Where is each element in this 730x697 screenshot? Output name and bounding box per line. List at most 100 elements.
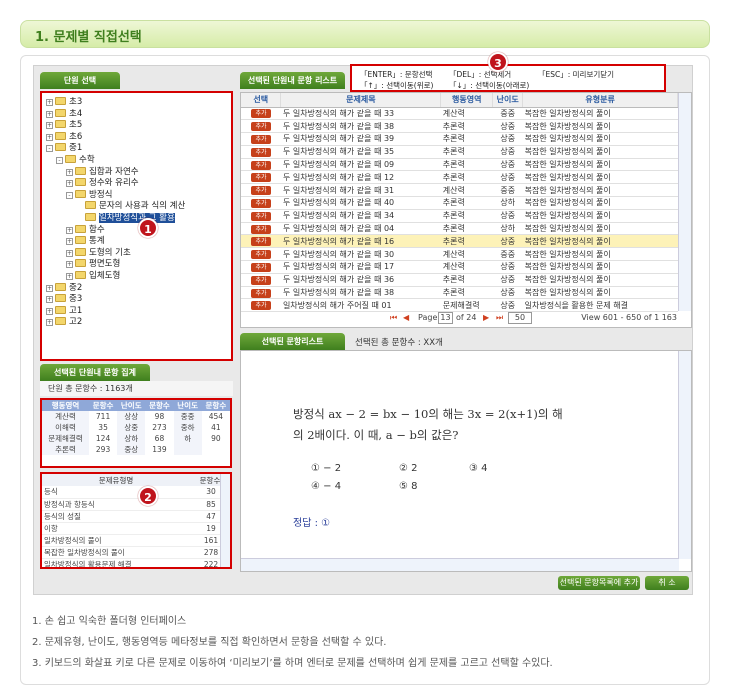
grid-cell: 두 일차방정식의 해가 같을 때 12 [280, 170, 441, 185]
tree-node[interactable]: + 초4 [46, 108, 82, 120]
add-to-list-button[interactable]: 선택된 문항목록에 추가 [558, 576, 640, 590]
question-row[interactable]: 추가 두 일차방정식의 해가 같을 때 38 추론력 상중 복잡한 일차방정식의 풀이 [241, 119, 678, 134]
question-row[interactable]: 추가 두 일차방정식의 해가 같을 때 16 추론력 상중 복잡한 일차방정식의 풀이 [241, 234, 678, 249]
question-row[interactable]: 추가 두 일차방정식의 해가 같을 때 09 추론력 상중 복잡한 일차방정식의 풀이 [241, 158, 678, 172]
expand-toggle-icon[interactable]: + [66, 226, 73, 234]
expand-toggle-icon[interactable]: - [66, 191, 73, 199]
expand-toggle-icon[interactable]: + [46, 319, 53, 327]
page-input[interactable]: 13 [438, 312, 453, 324]
tree-node[interactable]: - 수학 [56, 154, 95, 166]
type-row[interactable]: 방정식과 항등식 85 [42, 498, 230, 511]
tree-node[interactable]: + 중2 [46, 282, 82, 294]
tab-unit-select[interactable]: 단원 선택 [40, 72, 120, 89]
type-row[interactable]: 일차방정식의 활용문제 해결 222 [42, 558, 230, 567]
folder-icon [75, 236, 86, 245]
next-page-icon[interactable]: ▶ [483, 313, 489, 322]
tree-node[interactable]: + 집합과 자연수 [66, 166, 139, 178]
add-button[interactable]: 추가 [250, 122, 271, 132]
tree-node[interactable]: + 도형의 기초 [66, 247, 131, 259]
expand-toggle-icon[interactable]: - [56, 157, 63, 164]
preview-vscroll[interactable] [678, 351, 691, 559]
expand-toggle-icon[interactable]: - [46, 145, 53, 153]
add-button[interactable]: 추가 [250, 173, 271, 183]
grid-scrollbar[interactable] [678, 93, 691, 311]
expand-toggle-icon[interactable]: + [66, 273, 73, 280]
expand-toggle-icon[interactable]: + [46, 307, 53, 315]
expand-toggle-icon[interactable]: + [66, 168, 73, 176]
add-button[interactable]: 추가 [250, 211, 271, 221]
tree-node[interactable]: + 중3 [46, 293, 82, 305]
question-row[interactable]: 추가 두 일차방정식의 해가 같을 때 39 추론력 상중 복잡한 일차방정식의 풀이 [241, 132, 678, 146]
question-row[interactable]: 추가 두 일차방정식의 해가 같을 때 40 추론력 상하 복잡한 일차방정식의 풀이 [241, 196, 678, 210]
expand-toggle-icon[interactable]: + [46, 133, 53, 141]
tree-node[interactable]: + 고2 [46, 316, 82, 328]
question-row[interactable]: 추가 두 일차방정식의 해가 같을 때 17 계산력 상중 복잡한 일차방정식의 풀이 [241, 260, 678, 274]
stat-cell: 중하 [173, 422, 202, 433]
last-page-icon[interactable]: ⏭ [496, 313, 503, 323]
tab-selected-list[interactable]: 선택된 문항리스트 [240, 333, 345, 350]
add-button[interactable]: 추가 [250, 237, 271, 247]
add-button[interactable]: 추가 [250, 275, 271, 285]
add-button[interactable]: 추가 [250, 301, 271, 311]
tree-node[interactable]: 일차방정식과 그 활용 [76, 212, 175, 224]
expand-toggle-icon[interactable]: + [66, 261, 73, 269]
question-row[interactable]: 추가 두 일차방정식의 해가 같을 때 12 추론력 상중 복잡한 일차방정식의 풀이 [241, 170, 678, 185]
tab-question-list[interactable]: 선택된 단원내 문항 리스트 [240, 72, 345, 89]
tree-node-label: 평면도형 [89, 259, 121, 270]
type-row[interactable]: 등식의 성질 47 [42, 510, 230, 523]
add-button[interactable]: 추가 [250, 262, 271, 272]
tree-node[interactable]: + 통계 [66, 235, 105, 247]
expand-toggle-icon[interactable]: + [46, 99, 53, 106]
expand-toggle-icon[interactable]: + [66, 180, 73, 188]
type-row[interactable]: 복잡한 일차방정식의 풀이 278 [42, 546, 230, 559]
question-row[interactable]: 추가 두 일차방정식의 해가 같을 때 30 계산력 중중 복잡한 일차방정식의 풀이 [241, 247, 678, 262]
add-button[interactable]: 추가 [250, 224, 271, 234]
expand-toggle-icon[interactable]: + [66, 249, 73, 257]
add-button[interactable]: 추가 [250, 186, 271, 196]
question-line-2: 의 2배이다. 이 때, a − b의 값은? [293, 428, 459, 442]
type-row[interactable]: 등식 30 [42, 486, 230, 499]
prev-page-icon[interactable]: ◀ [403, 313, 409, 322]
tab-unit-summary[interactable]: 선택된 단원내 문항 집계 [40, 364, 150, 381]
expand-toggle-icon[interactable]: + [46, 284, 53, 292]
tree-node[interactable]: + 함수 [66, 224, 105, 236]
add-button[interactable]: 추가 [250, 288, 271, 298]
expand-toggle-icon[interactable]: + [46, 110, 53, 118]
folder-icon [55, 305, 66, 314]
preview-hscroll[interactable] [241, 558, 679, 571]
first-page-icon[interactable]: ⏮ [390, 313, 397, 323]
add-button[interactable]: 추가 [250, 250, 271, 260]
question-row[interactable]: 추가 두 일차방정식의 해가 같을 때 35 추론력 상중 복잡한 일차방정식의 풀이 [241, 145, 678, 159]
type-row[interactable]: 일차방정식의 풀이 161 [42, 534, 230, 547]
tree-node[interactable]: + 정수와 유리수 [66, 177, 139, 189]
type-row[interactable]: 이항 19 [42, 522, 230, 535]
question-row[interactable]: 추가 두 일차방정식의 해가 같을 때 33 계산력 중중 복잡한 일차방정식의 풀이 [241, 107, 678, 121]
type-scrollbar[interactable] [220, 474, 230, 567]
add-button[interactable]: 추가 [250, 147, 271, 157]
add-button[interactable]: 추가 [250, 134, 271, 144]
question-row[interactable]: 추가 두 일차방정식의 해가 같을 때 04 추론력 상하 복잡한 일차방정식의 풀이 [241, 222, 678, 236]
add-button[interactable]: 추가 [250, 160, 271, 170]
question-row[interactable]: 추가 두 일차방정식의 해가 같을 때 31 계산력 중중 복잡한 일차방정식의 풀이 [241, 183, 678, 198]
question-row[interactable]: 추가 두 일차방정식의 해가 같을 때 36 추론력 상중 복잡한 일차방정식의 풀이 [241, 273, 678, 287]
tree-node[interactable]: + 고1 [46, 305, 82, 317]
tree-node[interactable]: - 중1 [46, 142, 82, 154]
tree-node[interactable]: + 입체도형 [66, 270, 120, 282]
expand-toggle-icon[interactable]: + [46, 122, 53, 130]
question-row[interactable]: 추가 두 일차방정식의 해가 같을 때 34 추론력 상중 복잡한 일차방정식의 풀이 [241, 209, 678, 223]
tree-node[interactable]: + 초5 [46, 119, 82, 131]
tree-node[interactable]: + 초3 [46, 96, 82, 108]
question-row[interactable]: 추가 두 일차방정식의 해가 같을 때 38 추론력 상중 복잡한 일차방정식의 풀이 [241, 286, 678, 300]
expand-toggle-icon[interactable]: + [46, 296, 53, 304]
page-size-select[interactable]: 50 [508, 312, 532, 324]
expand-toggle-icon[interactable]: + [66, 238, 73, 246]
tree-node[interactable]: - 방정식 [66, 189, 112, 201]
tree-node[interactable]: 문자의 사용과 식의 계산 [76, 200, 185, 212]
question-row[interactable]: 추가 일차방정식의 해가 주어질 때 01 문제해결력 상중 일차방정식을 활용한 문제… [241, 298, 678, 313]
tree-node[interactable]: + 평면도형 [66, 258, 120, 270]
add-button[interactable]: 추가 [250, 109, 271, 119]
type-cell: 방정식과 항등식 [42, 498, 190, 511]
cancel-button[interactable]: 취 소 [645, 576, 689, 590]
tree-node[interactable]: + 초6 [46, 131, 82, 143]
add-button[interactable]: 추가 [250, 198, 271, 208]
